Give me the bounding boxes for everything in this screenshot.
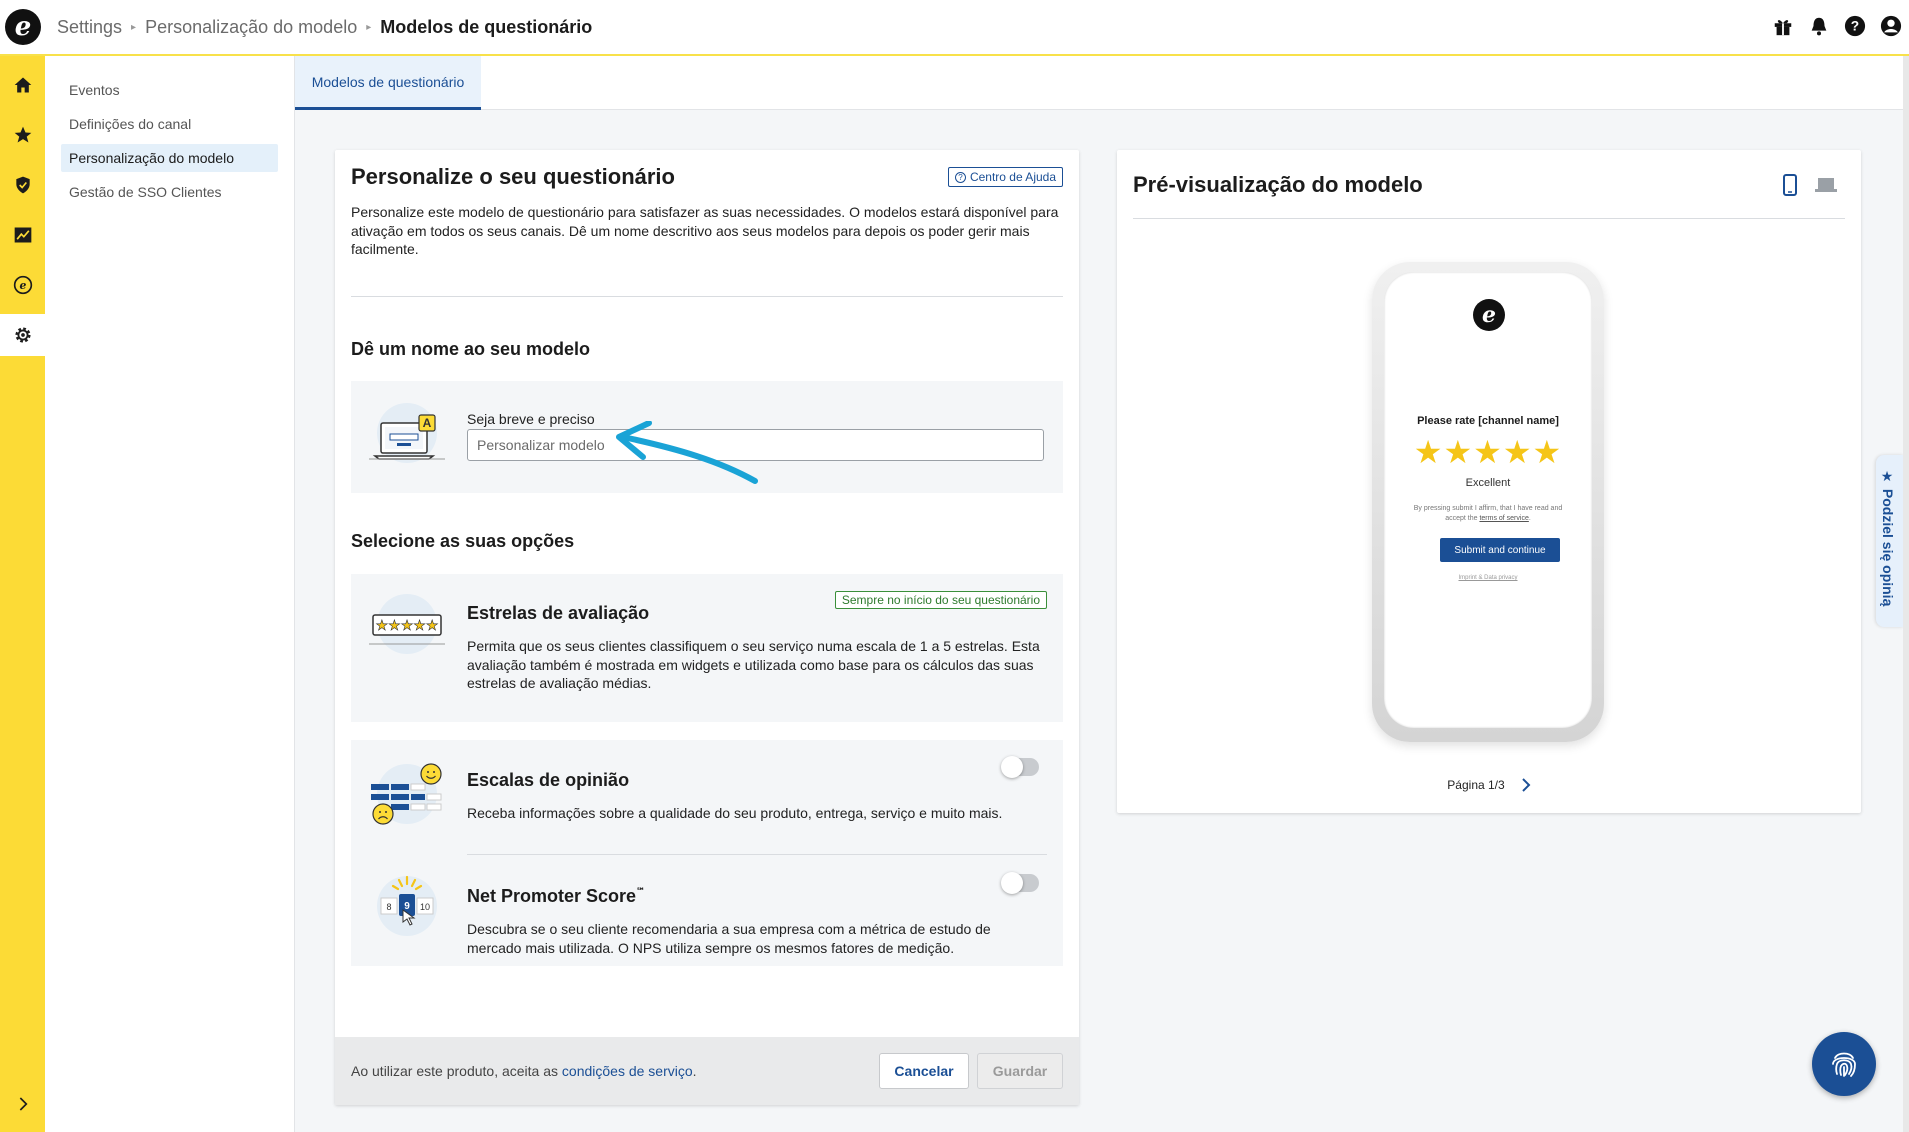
trustpilot-logo[interactable]: e bbox=[5, 9, 41, 45]
star-rating-description: Permita que os seus clientes classifique… bbox=[467, 638, 1040, 691]
opinion-scales-toggle[interactable] bbox=[1001, 756, 1039, 778]
breadcrumb-template-customization[interactable]: Personalização do modelo bbox=[145, 17, 357, 38]
terms-text: Ao utilizar este produto, aceita as cond… bbox=[351, 1063, 697, 1079]
desktop-preview-icon[interactable] bbox=[1815, 177, 1837, 198]
rail-reviews[interactable] bbox=[0, 114, 45, 156]
subnav-item-channel-settings[interactable]: Definições do canal bbox=[61, 110, 278, 138]
name-section: A Seja breve e preciso bbox=[351, 381, 1063, 493]
preview-rating-label: Excellent bbox=[1465, 477, 1511, 489]
preview-title: Pré-visualização do modelo bbox=[1133, 172, 1423, 197]
svg-text:10: 10 bbox=[420, 902, 430, 912]
trustpilot-icon: e bbox=[13, 275, 32, 295]
annotation-arrow-icon bbox=[616, 421, 758, 484]
star-icon bbox=[14, 126, 31, 143]
fingerprint-icon bbox=[1832, 1052, 1856, 1077]
options-section-title: Selecione as suas opções bbox=[351, 531, 575, 551]
feedback-label: ★ Podziel się opinią bbox=[1880, 469, 1896, 607]
laptop-illustration-icon: A bbox=[367, 401, 447, 473]
preview-divider bbox=[1133, 218, 1845, 219]
opinion-scales-title: Escalas de opinião bbox=[467, 770, 630, 790]
home-icon bbox=[14, 77, 31, 93]
svg-text:e: e bbox=[19, 279, 26, 292]
nps-description: Descubra se o seu cliente recomendaria a… bbox=[467, 921, 991, 956]
card-title: Personalize o seu questionário bbox=[351, 164, 675, 189]
breadcrumb-separator-icon: ▸ bbox=[131, 21, 137, 33]
rail-analytics[interactable] bbox=[0, 214, 45, 256]
nps-illustration-icon: 8 9 10 bbox=[367, 870, 447, 942]
card-description: Personalize este modelo de questionário … bbox=[351, 204, 1059, 257]
bell-icon[interactable] bbox=[1807, 14, 1831, 38]
preview-imprint-link: Imprint & Data privacy bbox=[1458, 575, 1518, 581]
chevron-right-icon bbox=[19, 1097, 28, 1111]
chevron-right-icon bbox=[1521, 778, 1531, 792]
svg-text:8: 8 bbox=[386, 902, 391, 912]
opinion-scales-illustration-icon bbox=[367, 758, 447, 830]
breadcrumb-separator-icon: ▸ bbox=[366, 21, 372, 33]
rail-settings[interactable] bbox=[0, 314, 45, 356]
preview-card: Pré-visualização do modelo e Please rate… bbox=[1117, 150, 1861, 813]
phone-screen: e Please rate [channel name] ★★★★★ Excel… bbox=[1384, 272, 1592, 728]
question-icon: ? bbox=[954, 171, 966, 183]
mobile-preview-icon[interactable] bbox=[1783, 174, 1797, 201]
subnav-item-sso[interactable]: Gestão de SSO Clientes bbox=[61, 178, 278, 206]
analytics-icon bbox=[14, 227, 31, 243]
breadcrumb: Settings ▸ Personalização do modelo ▸ Mo… bbox=[57, 17, 592, 38]
nps-toggle[interactable] bbox=[1001, 872, 1039, 894]
app-rail: e bbox=[0, 56, 45, 1132]
option-divider bbox=[467, 854, 1047, 855]
settings-subnav: Eventos Definições do canal Personalizaç… bbox=[45, 56, 295, 1132]
preview-submit-button: Submit and continue bbox=[1440, 538, 1560, 562]
subnav-item-template-customization[interactable]: Personalização do modelo bbox=[61, 144, 278, 172]
always-first-badge: Sempre no início do seu questionário bbox=[834, 591, 1047, 609]
svg-text:★★★★★: ★★★★★ bbox=[376, 618, 439, 634]
rail-trustpilot[interactable]: e bbox=[0, 264, 45, 306]
card-footer: Ao utilizar este produto, aceita as cond… bbox=[335, 1037, 1079, 1105]
help-center-label: Centro de Ajuda bbox=[969, 170, 1056, 184]
preview-pager: Página 1/3 bbox=[1117, 778, 1861, 792]
fingerprint-button[interactable] bbox=[1812, 1032, 1876, 1096]
top-bar: e Settings ▸ Personalização do modelo ▸ … bbox=[0, 0, 1909, 56]
rail-expand-button[interactable] bbox=[0, 1088, 45, 1120]
subnav-item-events[interactable]: Eventos bbox=[61, 76, 278, 104]
breadcrumb-current: Modelos de questionário bbox=[380, 16, 593, 37]
rail-home[interactable] bbox=[0, 64, 45, 106]
help-center-button[interactable]: ? Centro de Ajuda bbox=[947, 167, 1063, 187]
svg-text:9: 9 bbox=[404, 901, 410, 912]
shield-icon bbox=[15, 176, 30, 194]
feedback-tab[interactable]: ★ Podziel się opinią bbox=[1876, 455, 1904, 627]
option-star-rating: ★★★★★ Sempre no início do seu questionár… bbox=[351, 574, 1063, 722]
rail-integrity[interactable] bbox=[0, 164, 45, 206]
page-scrollbar[interactable] bbox=[1903, 56, 1909, 1132]
name-section-title: Dê um nome ao seu modelo bbox=[351, 339, 591, 359]
customize-card: Personalize o seu questionário ? Centro … bbox=[335, 150, 1079, 1105]
tab-survey-templates[interactable]: Modelos de questionário bbox=[295, 56, 481, 110]
terms-of-service-link[interactable]: condições de serviço bbox=[562, 1063, 693, 1079]
svg-text:A: A bbox=[423, 416, 432, 430]
save-button[interactable]: Guardar bbox=[977, 1053, 1063, 1089]
cancel-button[interactable]: Cancelar bbox=[879, 1053, 969, 1089]
preview-legal-text: By pressing submit I affirm, that I have… bbox=[1413, 505, 1563, 522]
gift-icon[interactable] bbox=[1771, 14, 1795, 38]
template-name-label: Seja breve e preciso bbox=[467, 411, 595, 427]
preview-rate-prompt: Please rate [channel name] bbox=[1417, 415, 1559, 427]
page-indicator: Página 1/3 bbox=[1447, 778, 1505, 792]
opinion-scales-description: Receba informações sobre a qualidade do … bbox=[467, 805, 1003, 821]
account-icon[interactable] bbox=[1879, 14, 1903, 38]
preview-logo: e bbox=[1473, 299, 1505, 331]
star-rating-title: Estrelas de avaliação bbox=[467, 603, 650, 623]
phone-mockup: e Please rate [channel name] ★★★★★ Excel… bbox=[1372, 262, 1604, 742]
breadcrumb-settings[interactable]: Settings bbox=[57, 17, 122, 38]
nps-title: Net Promoter Score℠ bbox=[467, 886, 646, 906]
tab-strip: Modelos de questionário bbox=[295, 56, 1903, 110]
preview-stars: ★★★★★ bbox=[1413, 434, 1563, 470]
gear-icon bbox=[14, 327, 31, 343]
divider bbox=[351, 296, 1063, 297]
next-page-button[interactable] bbox=[1521, 778, 1531, 792]
optional-questions-section: Escalas de opinião Receba informações so… bbox=[351, 740, 1063, 966]
star-rating-illustration-icon: ★★★★★ bbox=[367, 594, 447, 666]
help-icon[interactable]: ? bbox=[1843, 14, 1867, 38]
svg-text:?: ? bbox=[1851, 19, 1859, 34]
